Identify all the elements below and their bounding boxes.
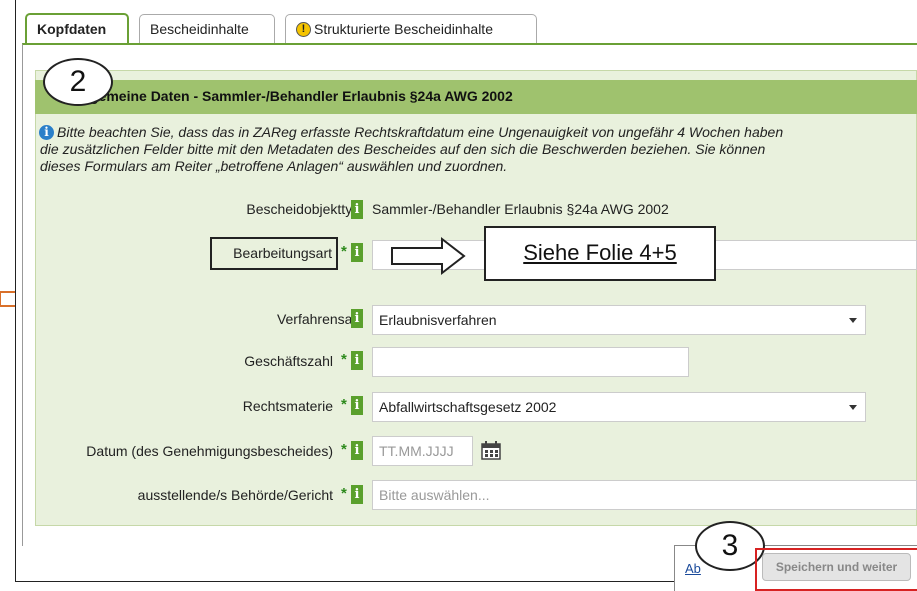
datum-input[interactable]: TT.MM.JJJJ xyxy=(372,436,473,466)
info-badge-icon[interactable]: i xyxy=(351,309,363,328)
bescheidobjekttyp-label: Bescheidobjekttyp xyxy=(246,201,360,217)
tab-label: Bescheidinhalte xyxy=(150,21,249,37)
bescheidobjekttyp-value: Sammler-/Behandler Erlaubnis §24a AWG 20… xyxy=(372,201,669,217)
info-text-line: dieses Formulars am Reiter „betroffene A… xyxy=(40,158,508,174)
geschaeftszahl-label: Geschäftszahl xyxy=(244,353,333,369)
info-badge-icon[interactable]: i xyxy=(351,485,363,504)
datum-label: Datum (des Genehmigungsbescheides) xyxy=(86,443,333,459)
verfahrensart-select[interactable]: Erlaubnisverfahren xyxy=(372,305,866,335)
tab-kopfdaten[interactable]: Kopfdaten xyxy=(25,13,129,43)
warning-icon: ! xyxy=(296,21,311,37)
chevron-down-icon xyxy=(849,405,857,410)
tab-label: Strukturierte Bescheidinhalte xyxy=(314,21,493,37)
screen: Kopfdaten Bescheidinhalte ! Strukturiert… xyxy=(0,0,917,591)
rechtsmaterie-label: Rechtsmaterie xyxy=(242,398,333,414)
callout-number-2: 2 xyxy=(43,58,113,106)
chevron-down-icon xyxy=(849,318,857,323)
tab-label: Kopfdaten xyxy=(37,21,107,37)
required-marker: * xyxy=(341,243,347,260)
calendar-icon[interactable] xyxy=(481,441,501,460)
info-text-line: Bitte beachten Sie, dass das in ZAReg er… xyxy=(57,124,784,140)
behoerde-select[interactable]: Bitte auswählen... xyxy=(372,480,917,510)
info-badge-icon[interactable]: i xyxy=(351,351,363,370)
info-badge-icon[interactable]: i xyxy=(351,200,363,219)
info-badge-icon[interactable]: i xyxy=(351,441,363,460)
geschaeftszahl-input[interactable] xyxy=(372,347,689,377)
rechtsmaterie-select[interactable]: Abfallwirtschaftsgesetz 2002 xyxy=(372,392,866,422)
arrow-right-annotation xyxy=(391,236,466,276)
highlight-box xyxy=(210,237,338,270)
tab-bescheidinhalte[interactable]: Bescheidinhalte xyxy=(139,14,275,43)
info-text-line: die zusätzlichen Felder bitte mit den Me… xyxy=(40,141,766,157)
section-title: gemeine Daten - Sammler-/Behandler Erlau… xyxy=(90,88,513,104)
cancel-link[interactable]: Ab xyxy=(685,561,701,576)
verfahrensart-label: Verfahrensart xyxy=(276,311,361,327)
rechtsmaterie-value: Abfallwirtschaftsgesetz 2002 xyxy=(379,399,557,415)
behoerde-label: ausstellende/s Behörde/Gericht xyxy=(137,487,333,503)
info-icon: i xyxy=(39,125,54,140)
required-marker: * xyxy=(341,485,347,502)
annotation-folie: Siehe Folie 4+5 xyxy=(484,226,716,281)
required-marker: * xyxy=(341,351,347,368)
tab-strukturierte-bescheidinhalte[interactable]: ! Strukturierte Bescheidinhalte xyxy=(285,14,537,43)
required-marker: * xyxy=(341,396,347,413)
verfahrensart-value: Erlaubnisverfahren xyxy=(379,312,497,328)
required-marker: * xyxy=(341,441,347,458)
highlight-box-red xyxy=(755,548,917,591)
info-badge-icon[interactable]: i xyxy=(351,396,363,415)
info-badge-icon[interactable]: i xyxy=(351,243,363,262)
